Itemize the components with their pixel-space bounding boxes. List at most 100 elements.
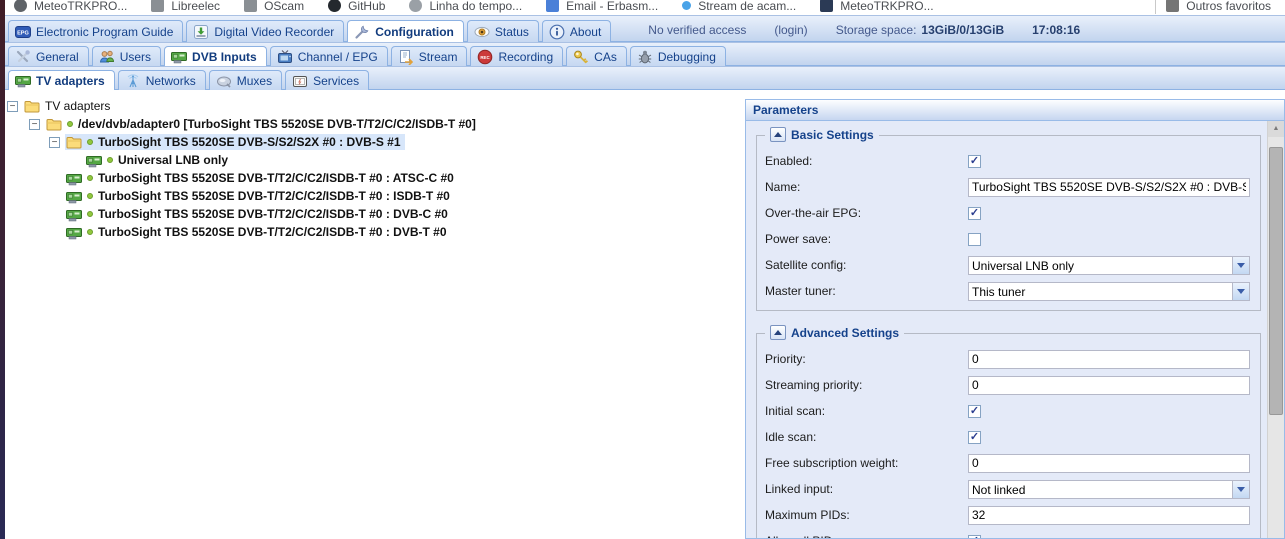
tab-label: About (570, 25, 601, 39)
tab-label: Recording (498, 50, 553, 64)
bookmark-item[interactable]: MeteoTRKPRO... (820, 0, 933, 13)
bookmark-item[interactable]: GitHub (328, 0, 385, 13)
bug-icon (637, 49, 653, 65)
bookmark-favicon (682, 1, 691, 10)
tab-configuration[interactable]: Configuration (347, 20, 464, 42)
selected-tree-node[interactable]: TurboSight TBS 5520SE DVB-S/S2/S2X #0 : … (65, 134, 405, 150)
status-dot-icon (87, 139, 93, 145)
max-pids-input[interactable] (968, 506, 1250, 525)
bookmark-favicon (409, 0, 422, 12)
folder-icon (1166, 0, 1179, 12)
bookmark-label: GitHub (348, 0, 385, 13)
form-row-priority: Priority: (765, 346, 1250, 372)
name-input[interactable] (968, 178, 1250, 197)
dropdown-arrow-icon[interactable] (1232, 257, 1249, 274)
tab-debugging[interactable]: Debugging (630, 46, 726, 66)
tree-row-adapter0[interactable]: − /dev/dvb/adapter0 [TurboSight TBS 5520… (7, 115, 480, 133)
collapse-toggle-icon[interactable]: − (29, 119, 40, 130)
selected-value: Universal LNB only (969, 257, 1232, 274)
bookmark-item[interactable]: OScam (244, 0, 304, 13)
collapse-fieldset-button[interactable] (770, 127, 786, 142)
power-save-checkbox[interactable] (968, 233, 981, 246)
eye-icon (474, 24, 490, 40)
tab-general[interactable]: General (8, 46, 89, 66)
tab-label: DVB Inputs (192, 50, 257, 64)
tree-node-label: /dev/dvb/adapter0 [TurboSight TBS 5520SE… (78, 117, 476, 131)
rec-icon: REC (477, 49, 493, 65)
scroll-up-arrow-icon[interactable]: ▲ (1268, 121, 1284, 137)
collapse-toggle-icon[interactable]: − (49, 137, 60, 148)
tree-node-label: TurboSight TBS 5520SE DVB-T/T2/C/C2/ISDB… (98, 225, 447, 239)
allow-all-pids-checkbox[interactable]: ✓ (968, 535, 981, 539)
scrollbar-thumb[interactable] (1269, 147, 1283, 415)
status-dot-icon (107, 157, 113, 163)
tree-node-label: TurboSight TBS 5520SE DVB-T/T2/C/C2/ISDB… (98, 207, 448, 221)
tab-electronic-program-guide[interactable]: EPG Electronic Program Guide (8, 20, 183, 42)
tree-node-label: TurboSight TBS 5520SE DVB-T/T2/C/C2/ISDB… (98, 171, 454, 185)
idle-scan-checkbox[interactable]: ✓ (968, 431, 981, 444)
satellite-config-select[interactable]: Universal LNB only (968, 256, 1250, 275)
priority-input[interactable] (968, 350, 1250, 369)
tree-row-dvb-c[interactable]: TurboSight TBS 5520SE DVB-T/T2/C/C2/ISDB… (7, 205, 480, 223)
tree-row-dvb-s[interactable]: − TurboSight TBS 5520SE DVB-S/S2/S2X #0 … (7, 133, 480, 151)
form-row-linked-input: Linked input: Not linked (765, 476, 1250, 502)
bookmark-item[interactable]: Stream de acam... (682, 0, 796, 13)
advanced-settings-fieldset: Advanced Settings Priority: Streaming pr… (756, 333, 1261, 538)
bookmark-item[interactable]: Email - Erbasm... (546, 0, 658, 13)
tab-cas[interactable]: CAs (566, 46, 627, 66)
tab-muxes[interactable]: Muxes (209, 70, 282, 90)
field-label: Power save: (765, 232, 968, 246)
tree-row-isdb-t[interactable]: TurboSight TBS 5520SE DVB-T/T2/C/C2/ISDB… (7, 187, 480, 205)
collapse-toggle-icon[interactable]: − (7, 101, 18, 112)
tab-digital-video-recorder[interactable]: Digital Video Recorder (186, 20, 344, 42)
other-bookmarks-button[interactable]: Outros favoritos (1166, 0, 1271, 13)
tree-row-atsc-c[interactable]: TurboSight TBS 5520SE DVB-T/T2/C/C2/ISDB… (7, 169, 480, 187)
bookmark-item[interactable]: MeteoTRKPRO... (14, 0, 127, 13)
tab-tv-adapters[interactable]: TV adapters (8, 70, 115, 90)
tree-row-root[interactable]: − TV adapters (7, 97, 480, 115)
field-label: Initial scan: (765, 404, 968, 418)
form-row-max-pids: Maximum PIDs: (765, 502, 1250, 528)
dvb-tabbar: TV adapters Networks Muxes Services (5, 66, 1285, 90)
tree-row-universal-lnb[interactable]: Universal LNB only (7, 151, 480, 169)
bookmark-item[interactable]: Libreelec (151, 0, 220, 13)
tab-users[interactable]: Users (92, 46, 161, 66)
svg-text:REC: REC (481, 55, 491, 60)
tv-icon (277, 49, 293, 65)
tab-networks[interactable]: Networks (118, 70, 206, 90)
linked-input-select[interactable]: Not linked (968, 480, 1250, 499)
config-tabbar: General Users DVB Inputs Channel / EPG S… (5, 42, 1285, 66)
tab-dvb-inputs[interactable]: DVB Inputs (164, 46, 267, 66)
vertical-scrollbar[interactable]: ▲ (1267, 121, 1284, 538)
epg-icon: EPG (15, 24, 31, 40)
tab-recording[interactable]: REC Recording (470, 46, 563, 66)
check-mark-icon: ✓ (970, 536, 979, 539)
tab-channel-epg[interactable]: Channel / EPG (270, 46, 388, 66)
initial-scan-checkbox[interactable]: ✓ (968, 405, 981, 418)
master-tuner-select[interactable]: This tuner (968, 282, 1250, 301)
tree-row-dvb-t[interactable]: TurboSight TBS 5520SE DVB-T/T2/C/C2/ISDB… (7, 223, 480, 241)
folder-icon (24, 99, 40, 113)
status-dot-icon (87, 229, 93, 235)
dropdown-arrow-icon[interactable] (1232, 481, 1249, 498)
bookmark-item[interactable]: Linha do tempo... (409, 0, 522, 13)
tab-stream[interactable]: Stream (391, 46, 468, 66)
free-sub-weight-input[interactable] (968, 454, 1250, 473)
streaming-priority-input[interactable] (968, 376, 1250, 395)
form-row-power-save: Power save: (765, 226, 1250, 252)
dropdown-arrow-icon[interactable] (1232, 283, 1249, 300)
collapse-fieldset-button[interactable] (770, 325, 786, 340)
tab-label: Status (495, 25, 529, 39)
tab-status[interactable]: Status (467, 20, 539, 42)
enabled-checkbox[interactable]: ✓ (968, 155, 981, 168)
login-link[interactable]: (login) (774, 23, 807, 37)
tv-set-icon (292, 73, 308, 89)
fieldset-legend: Advanced Settings (791, 326, 899, 340)
tab-about[interactable]: About (542, 20, 611, 42)
form-row-allow-all-pids: Allow all PIDs: ✓ (765, 528, 1250, 538)
ota-epg-checkbox[interactable]: ✓ (968, 207, 981, 220)
tab-services[interactable]: Services (285, 70, 369, 90)
clock: 17:08:16 (1032, 23, 1080, 37)
tab-label: Debugging (658, 50, 716, 64)
tuner-card-icon (86, 153, 102, 167)
